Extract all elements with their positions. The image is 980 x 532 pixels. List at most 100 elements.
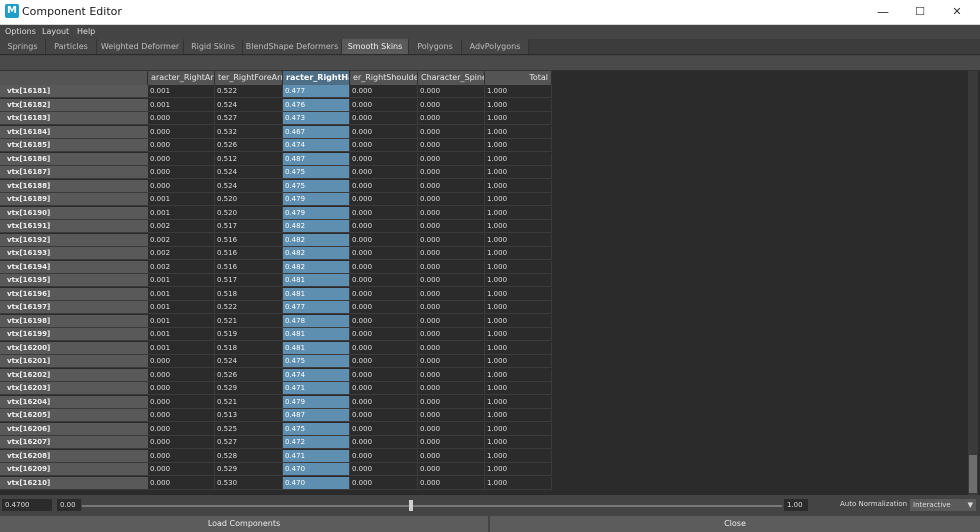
- vertex-label[interactable]: vtx[16196]: [0, 287, 148, 301]
- weight-cell[interactable]: 1.000: [485, 382, 552, 395]
- weight-cell[interactable]: 1.000: [485, 341, 552, 355]
- weight-cell[interactable]: 0.000: [418, 179, 485, 193]
- load-components-button[interactable]: Load Components: [0, 516, 488, 532]
- close-button[interactable]: Close: [490, 516, 980, 532]
- weight-cell[interactable]: 0.000: [350, 409, 418, 422]
- weight-cell[interactable]: 1.000: [485, 152, 552, 166]
- weight-cell[interactable]: 0.000: [350, 274, 418, 287]
- minimize-button[interactable]: —: [868, 3, 898, 21]
- tab-rigid-skins[interactable]: Rigid Skins: [184, 39, 243, 54]
- weight-cell[interactable]: 0.000: [418, 98, 485, 112]
- column-header[interactable]: Character_Spine2: [418, 71, 485, 85]
- weight-cell[interactable]: 0.000: [148, 476, 215, 490]
- weight-cell[interactable]: 1.000: [485, 193, 552, 206]
- weight-cell[interactable]: 0.001: [148, 85, 215, 98]
- weight-cell-selected[interactable]: 0.481: [283, 341, 350, 355]
- weight-cell[interactable]: 0.000: [418, 112, 485, 125]
- weight-cell[interactable]: 0.000: [350, 368, 418, 382]
- weight-cell[interactable]: 1.000: [485, 395, 552, 409]
- weight-cell[interactable]: 0.000: [418, 206, 485, 220]
- weight-cell[interactable]: 0.512: [215, 152, 283, 166]
- weight-cell[interactable]: 1.000: [485, 314, 552, 328]
- vertex-label[interactable]: vtx[16204]: [0, 395, 148, 409]
- weight-cell-selected[interactable]: 0.477: [283, 85, 350, 98]
- weight-cell[interactable]: 0.001: [148, 314, 215, 328]
- vertex-label[interactable]: vtx[16187]: [0, 166, 148, 179]
- weight-cell[interactable]: 0.513: [215, 409, 283, 422]
- weight-cell[interactable]: 1.000: [485, 260, 552, 274]
- vertex-label[interactable]: vtx[16199]: [0, 328, 148, 341]
- weight-cell[interactable]: 1.000: [485, 422, 552, 436]
- tab-smooth-skins[interactable]: Smooth Skins: [342, 39, 409, 54]
- weight-cell[interactable]: 0.516: [215, 260, 283, 274]
- weight-cell[interactable]: 0.002: [148, 220, 215, 233]
- weight-cell[interactable]: 0.000: [350, 301, 418, 314]
- menu-help[interactable]: Help: [77, 27, 95, 36]
- weight-cell[interactable]: 1.000: [485, 287, 552, 301]
- weight-cell[interactable]: 0.000: [350, 247, 418, 260]
- vertical-scrollbar[interactable]: [968, 71, 978, 495]
- vertex-label[interactable]: vtx[16198]: [0, 314, 148, 328]
- weight-cell[interactable]: 1.000: [485, 368, 552, 382]
- weight-cell[interactable]: 0.000: [418, 125, 485, 139]
- column-header[interactable]: ter_RightForeArm: [215, 71, 283, 85]
- weight-cell[interactable]: 0.000: [350, 328, 418, 341]
- vertex-label[interactable]: vtx[16207]: [0, 436, 148, 449]
- weight-cell[interactable]: 0.001: [148, 287, 215, 301]
- weight-cell-selected[interactable]: 0.479: [283, 206, 350, 220]
- weight-cell[interactable]: 0.001: [148, 206, 215, 220]
- tab-weighted-deformer[interactable]: Weighted Deformer: [97, 39, 184, 54]
- vertex-label[interactable]: vtx[16205]: [0, 409, 148, 422]
- weight-cell[interactable]: 0.529: [215, 463, 283, 476]
- weight-cell[interactable]: 0.522: [215, 85, 283, 98]
- weight-cell-selected[interactable]: 0.475: [283, 179, 350, 193]
- vertex-label[interactable]: vtx[16203]: [0, 382, 148, 395]
- weight-cell[interactable]: 0.000: [418, 166, 485, 179]
- weight-cell[interactable]: 0.000: [418, 247, 485, 260]
- weight-cell[interactable]: 0.000: [148, 139, 215, 152]
- weight-cell[interactable]: 0.000: [350, 112, 418, 125]
- weight-cell[interactable]: 0.000: [148, 382, 215, 395]
- weight-cell[interactable]: 1.000: [485, 436, 552, 449]
- maximize-button[interactable]: ☐: [905, 3, 935, 21]
- weight-cell-selected[interactable]: 0.479: [283, 395, 350, 409]
- weight-cell[interactable]: 0.000: [350, 206, 418, 220]
- weight-cell[interactable]: 0.000: [418, 301, 485, 314]
- vertex-label[interactable]: vtx[16185]: [0, 139, 148, 152]
- weight-cell[interactable]: 1.000: [485, 85, 552, 98]
- weight-cell[interactable]: 0.527: [215, 436, 283, 449]
- weight-cell[interactable]: 0.000: [350, 193, 418, 206]
- weight-cell[interactable]: 0.000: [418, 355, 485, 368]
- weight-cell[interactable]: 0.000: [350, 139, 418, 152]
- weight-cell-selected[interactable]: 0.475: [283, 422, 350, 436]
- weight-cell[interactable]: 1.000: [485, 98, 552, 112]
- weight-cell[interactable]: 0.000: [418, 220, 485, 233]
- weight-cell[interactable]: 0.527: [215, 112, 283, 125]
- weight-cell[interactable]: 0.522: [215, 301, 283, 314]
- weight-cell-selected[interactable]: 0.481: [283, 287, 350, 301]
- weight-cell[interactable]: 1.000: [485, 139, 552, 152]
- slider-max-field[interactable]: 1.00: [784, 499, 808, 511]
- weight-cell-selected[interactable]: 0.471: [283, 382, 350, 395]
- weight-cell[interactable]: 0.000: [148, 112, 215, 125]
- weight-cell[interactable]: 0.000: [148, 125, 215, 139]
- column-header-total[interactable]: Total: [485, 71, 552, 85]
- vertex-label[interactable]: vtx[16194]: [0, 260, 148, 274]
- weight-cell[interactable]: 0.000: [418, 463, 485, 476]
- weight-cell[interactable]: 0.528: [215, 449, 283, 463]
- vertex-label[interactable]: vtx[16182]: [0, 98, 148, 112]
- weight-cell-selected[interactable]: 0.487: [283, 409, 350, 422]
- weight-cell[interactable]: 0.000: [148, 463, 215, 476]
- weight-cell-selected[interactable]: 0.487: [283, 152, 350, 166]
- weight-cell[interactable]: 0.000: [350, 98, 418, 112]
- weight-cell[interactable]: 0.000: [350, 422, 418, 436]
- weight-cell[interactable]: 0.000: [148, 409, 215, 422]
- weight-cell[interactable]: 0.524: [215, 179, 283, 193]
- weight-cell-selected[interactable]: 0.481: [283, 274, 350, 287]
- weight-cell[interactable]: 0.000: [350, 449, 418, 463]
- weight-cell[interactable]: 1.000: [485, 409, 552, 422]
- weight-cell-selected[interactable]: 0.474: [283, 139, 350, 152]
- weight-cell[interactable]: 0.000: [418, 233, 485, 247]
- weight-cell-selected[interactable]: 0.467: [283, 125, 350, 139]
- weight-cell[interactable]: 0.000: [350, 85, 418, 98]
